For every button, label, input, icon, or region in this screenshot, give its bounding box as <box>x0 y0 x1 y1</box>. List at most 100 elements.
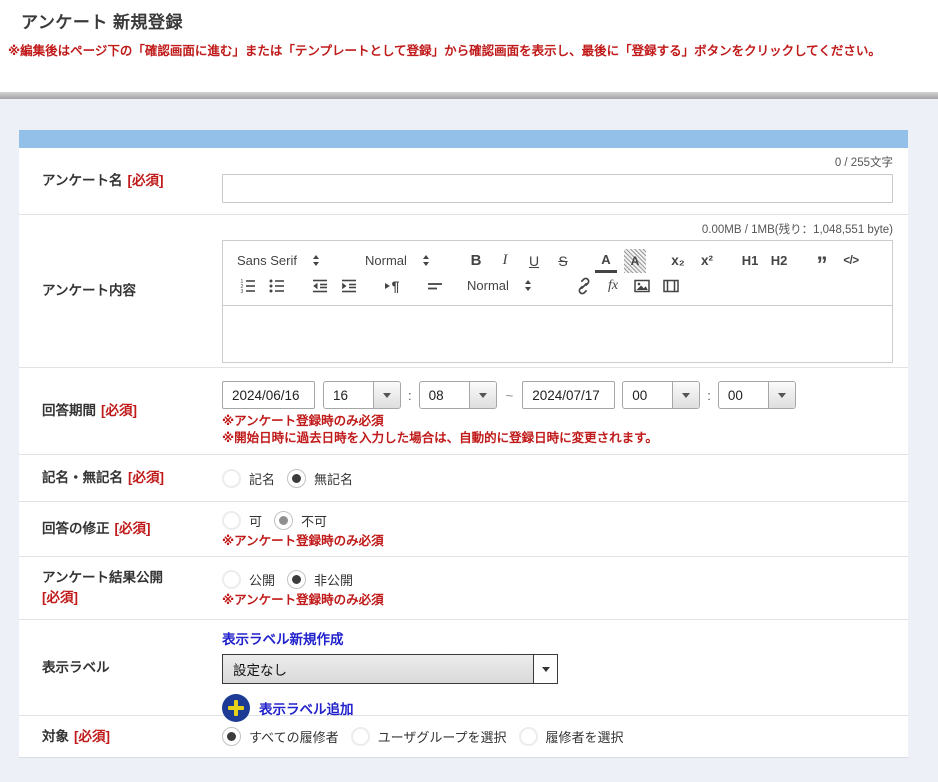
display-label-select[interactable]: 設定なし <box>222 654 558 684</box>
radio-anonymous[interactable] <box>287 469 306 488</box>
modification-note: ※アンケート登録時のみ必須 <box>222 533 893 550</box>
editor-toolbar-row-1: Sans Serif Normal B I U S A A x₂ <box>237 248 878 273</box>
superscript-icon[interactable]: x² <box>696 249 718 273</box>
dropdown-button[interactable] <box>373 382 400 408</box>
publication-label: アンケート結果公開 [必須] <box>19 557 222 619</box>
picker-updown-icon <box>423 255 429 266</box>
anonymity-content: 記名 無記名 <box>222 455 908 501</box>
radio-named-label: 記名 <box>249 469 275 488</box>
radio-anonymous-label: 無記名 <box>314 469 353 488</box>
dropdown-button[interactable] <box>672 382 699 408</box>
end-date-input[interactable] <box>522 381 615 409</box>
panel-accent-bar <box>19 130 908 148</box>
time-colon: : <box>707 388 711 403</box>
anonymity-label-text: 記名・無記名 <box>42 468 123 488</box>
row-target: 対象 [必須] すべての履修者 ユーザグループを選択 履修者を選択 <box>19 716 908 758</box>
display-label-select-value: 設定なし <box>223 655 533 683</box>
code-block-icon[interactable]: </> <box>840 249 862 273</box>
underline-icon[interactable]: U <box>523 249 545 273</box>
size-counter: 0.00MB / 1MB(残り：1,048,551 byte) <box>222 223 893 237</box>
image-icon[interactable] <box>631 274 653 298</box>
radio-private-label: 非公開 <box>314 570 353 589</box>
header-1-icon[interactable]: H1 <box>739 249 761 273</box>
blockquote-icon[interactable]: ” <box>811 249 833 273</box>
row-result-publication: アンケート結果公開 [必須] 公開 非公開 ※アンケート登録時のみ必須 <box>19 557 908 620</box>
survey-name-label-text: アンケート名 <box>42 171 122 191</box>
radio-user-group[interactable] <box>351 727 370 746</box>
radio-select-students-label: 履修者を選択 <box>546 727 624 746</box>
target-label: 対象 [必須] <box>19 716 222 757</box>
end-minute-select[interactable]: 00 <box>718 381 796 409</box>
publication-options: 公開 非公開 <box>222 570 893 589</box>
size-picker[interactable]: Normal <box>365 253 449 268</box>
indent-icon[interactable] <box>338 274 360 298</box>
row-anonymity: 記名・無記名 [必須] 記名 無記名 <box>19 455 908 502</box>
list-bullet-icon[interactable] <box>266 274 288 298</box>
link-icon[interactable] <box>573 274 595 298</box>
editor-content-area[interactable] <box>222 306 893 363</box>
outdent-icon[interactable] <box>309 274 331 298</box>
survey-form-panel: アンケート名 [必須] 0 / 255文字 アンケート内容 0.00MB / 1… <box>19 130 908 758</box>
radio-all-students[interactable] <box>222 727 241 746</box>
lineheight-picker[interactable]: Normal <box>467 278 559 293</box>
start-minute-select[interactable]: 08 <box>419 381 497 409</box>
formula-icon[interactable]: fx <box>602 274 624 298</box>
add-display-label-text: 表示ラベル追加 <box>259 698 354 718</box>
caret-down-icon <box>383 393 391 398</box>
end-hour-value: 00 <box>623 382 672 408</box>
italic-icon[interactable]: I <box>494 249 516 273</box>
modification-label: 回答の修正 [必須] <box>19 502 222 556</box>
text-color-icon[interactable]: A <box>595 249 617 273</box>
start-date-input[interactable] <box>222 381 315 409</box>
survey-content-editor: 0.00MB / 1MB(残り：1,048,551 byte) Sans Ser… <box>222 215 908 367</box>
header-divider <box>0 92 938 99</box>
strikethrough-icon[interactable]: S <box>552 249 574 273</box>
svg-text:3: 3 <box>241 289 244 295</box>
direction-arrow <box>385 283 390 289</box>
header-2-icon[interactable]: H2 <box>768 249 790 273</box>
target-content: すべての履修者 ユーザグループを選択 履修者を選択 <box>222 716 908 757</box>
radio-not-allowed-label: 不可 <box>301 511 327 530</box>
dropdown-button[interactable] <box>469 382 496 408</box>
radio-public[interactable] <box>222 570 241 589</box>
direction-rtl-icon[interactable]: ¶ <box>381 274 403 298</box>
picker-updown-icon <box>313 255 319 266</box>
lineheight-picker-value: Normal <box>467 278 509 293</box>
bold-icon[interactable]: B <box>465 249 487 273</box>
end-minute-value: 00 <box>719 382 768 408</box>
subscript-icon[interactable]: x₂ <box>667 249 689 273</box>
display-label-label-text: 表示ラベル <box>42 658 110 678</box>
font-picker-value: Sans Serif <box>237 253 297 268</box>
background-color-icon[interactable]: A <box>624 249 646 273</box>
period-tilde: ~ <box>506 388 514 403</box>
edit-warning-note: ※編集後はページ下の「確認画面に進む」または「テンプレートとして登録」から確認画… <box>8 44 934 58</box>
select-dropdown-button[interactable] <box>533 655 557 683</box>
required-badge: [必須] <box>74 727 110 747</box>
radio-private[interactable] <box>287 570 306 589</box>
end-hour-select[interactable]: 00 <box>622 381 700 409</box>
survey-content-label-text: アンケート内容 <box>42 281 136 301</box>
survey-name-input[interactable] <box>222 174 893 203</box>
font-picker[interactable]: Sans Serif <box>237 253 341 268</box>
target-label-text: 対象 <box>42 727 69 747</box>
list-ordered-icon[interactable]: 123 <box>237 274 259 298</box>
dropdown-button[interactable] <box>768 382 795 408</box>
modification-content: 可 不可 ※アンケート登録時のみ必須 <box>222 502 908 556</box>
time-colon: : <box>408 388 412 403</box>
row-answer-period: 回答期間 [必須] 16 : 08 ~ <box>19 368 908 455</box>
radio-not-allowed[interactable] <box>274 511 293 530</box>
char-counter: 0 / 255文字 <box>222 156 893 170</box>
content-background: アンケート名 [必須] 0 / 255文字 アンケート内容 0.00MB / 1… <box>0 99 938 782</box>
radio-select-students[interactable] <box>519 727 538 746</box>
radio-named[interactable] <box>222 469 241 488</box>
radio-allowed[interactable] <box>222 511 241 530</box>
period-notes: ※アンケート登録時のみ必須 ※開始日時に過去日時を入力した場合は、自動的に登録日… <box>222 413 893 447</box>
start-hour-select[interactable]: 16 <box>323 381 401 409</box>
answer-period-label-text: 回答期間 <box>42 401 96 421</box>
create-display-label-link[interactable]: 表示ラベル新規作成 <box>222 628 344 648</box>
video-icon[interactable] <box>660 274 682 298</box>
period-note-1: ※アンケート登録時のみ必須 <box>222 413 893 430</box>
caret-down-icon <box>479 393 487 398</box>
publication-note: ※アンケート登録時のみ必須 <box>222 592 893 609</box>
align-icon[interactable] <box>424 274 446 298</box>
